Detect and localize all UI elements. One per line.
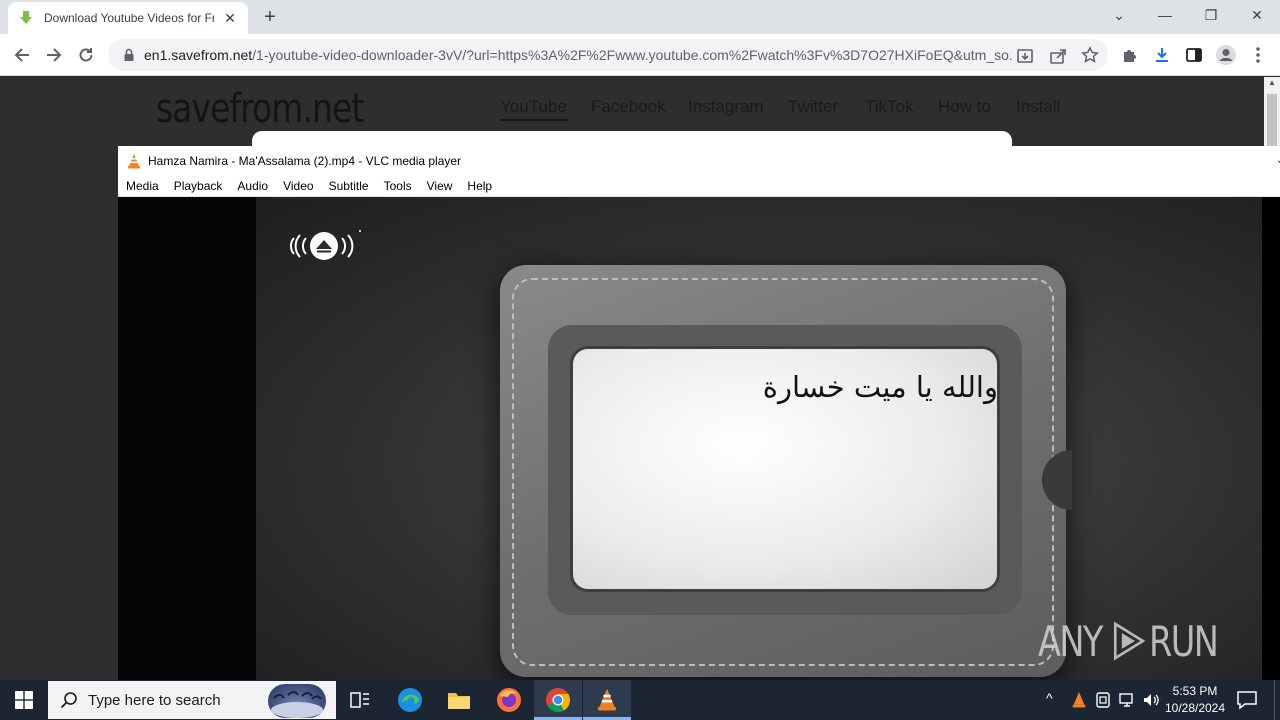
url-host: en1.savefrom.net (144, 47, 253, 63)
vlc-menu-subtitle[interactable]: Subtitle (329, 179, 369, 193)
watermark-run-text: RUN (1148, 616, 1219, 666)
edge-icon (398, 688, 422, 712)
video-lyric-text: والله يا ميت خسارة (762, 370, 998, 404)
taskbar-firefox[interactable] (485, 680, 533, 720)
downloads-button[interactable] (1151, 44, 1173, 66)
vlc-title-bar[interactable]: Hamza Namira - Ma'Assalama (2).mp4 - VLC… (118, 146, 1280, 175)
site-nav-youtube[interactable]: YouTube (500, 97, 567, 121)
site-nav-how-to[interactable]: How to (938, 97, 991, 117)
windows-logo-icon (15, 691, 33, 709)
puzzle-icon (1124, 50, 1136, 62)
url-text: en1.savefrom.net/1-youtube-video-downloa… (144, 47, 1014, 63)
vlc-menu-audio[interactable]: Audio (237, 179, 268, 193)
taskbar-vlc[interactable] (583, 680, 631, 720)
tray-overflow-icon[interactable]: ^ (1046, 690, 1053, 706)
back-button[interactable] (10, 43, 34, 67)
watermark-play-icon (1113, 621, 1146, 661)
notification-center-icon[interactable] (1236, 689, 1258, 711)
search-icon (60, 692, 77, 709)
forward-button[interactable] (42, 43, 66, 67)
tab-title: Download Youtube Videos for Free (44, 11, 214, 25)
extensions-button[interactable] (1119, 44, 1141, 66)
taskbar-file-explorer[interactable] (435, 680, 483, 720)
video-letterbox (118, 197, 256, 680)
site-nav-instagram[interactable]: Instagram (688, 97, 764, 117)
volume-icon[interactable] (1142, 691, 1160, 709)
search-placeholder: Type here to search (88, 691, 221, 709)
network-icon[interactable] (1118, 691, 1136, 709)
tab-close-icon[interactable]: ✕ (222, 10, 238, 27)
site-nav-twitter[interactable]: Twitter (788, 97, 838, 117)
start-button[interactable] (0, 680, 48, 720)
side-panel-button[interactable] (1183, 44, 1205, 66)
profile-button[interactable] (1215, 44, 1237, 66)
minimize-button[interactable]: — (1142, 0, 1188, 30)
site-nav-install[interactable]: Install (1016, 97, 1060, 117)
chrome-menu-button[interactable] (1247, 44, 1269, 66)
site-nav-facebook[interactable]: Facebook (591, 97, 666, 117)
savefrom-favicon-icon (20, 11, 32, 24)
url-path: /1-youtube-video-downloader-3vV/?url=htt… (252, 47, 1014, 63)
vlc-menu-playback[interactable]: Playback (174, 179, 223, 193)
vlc-menu-tools[interactable]: Tools (384, 179, 412, 193)
bookmark-star-icon[interactable] (1081, 46, 1099, 64)
share-icon[interactable] (1049, 47, 1067, 65)
vlc-menu-media[interactable]: Media (126, 179, 159, 193)
forward-arrow-icon (47, 48, 62, 62)
taskbar-edge[interactable] (386, 680, 434, 720)
channel-logo-icon (290, 230, 361, 260)
task-view-icon (350, 692, 369, 708)
tray-device-icon[interactable] (1094, 691, 1112, 709)
close-button[interactable]: ✕ (1234, 0, 1280, 30)
lock-icon[interactable] (122, 48, 136, 62)
scrollbar-thumb[interactable] (1267, 94, 1277, 146)
vlc-menu-help[interactable]: Help (467, 179, 492, 193)
clock-date: 10/28/2024 (1164, 701, 1226, 715)
taskbar-chrome[interactable] (534, 680, 582, 720)
new-tab-button[interactable]: + (258, 5, 282, 29)
vlc-menu-view[interactable]: View (427, 179, 453, 193)
tray-vlc-icon[interactable] (1070, 691, 1088, 709)
browser-tab-savefrom[interactable]: Download Youtube Videos for Free ✕ (8, 2, 248, 34)
profile-avatar-icon (1216, 45, 1236, 65)
tab-search-icon[interactable]: ⌄ (1096, 0, 1142, 30)
folder-icon (448, 693, 470, 709)
reload-icon (79, 48, 93, 62)
scroll-up-icon[interactable]: ▲ (1264, 78, 1280, 92)
watermark-any-text: ANY (1038, 616, 1103, 666)
clock-time: 5:53 PM (1172, 684, 1218, 698)
download-icon (1156, 48, 1168, 62)
chrome-icon (546, 688, 571, 713)
task-view-button[interactable] (336, 680, 384, 720)
search-highlight-icon (271, 691, 323, 718)
show-desktop-button[interactable] (1274, 680, 1275, 720)
address-bar[interactable]: en1.savefrom.net/1-youtube-video-downloa… (108, 39, 1108, 71)
more-vertical-icon (1256, 47, 1260, 63)
anyrun-watermark: ANY RUN (1038, 608, 1234, 674)
site-logo[interactable]: savefrom.net (156, 86, 364, 132)
site-nav-tiktok[interactable]: TikTok (865, 97, 914, 117)
back-arrow-icon (14, 48, 29, 62)
firefox-icon (497, 688, 521, 712)
vlc-window-title: Hamza Namira - Ma'Assalama (2).mp4 - VLC… (148, 153, 462, 168)
search-highlight-image[interactable] (268, 684, 326, 718)
install-app-icon[interactable] (1016, 47, 1034, 65)
vlc-window-edge: ⌄ (1276, 155, 1280, 166)
side-panel-icon (1186, 48, 1202, 62)
vlc-menu-bar: Media Playback Audio Video Subtitle Tool… (118, 175, 1280, 197)
reload-button[interactable] (74, 43, 98, 67)
vlc-menu-video[interactable]: Video (283, 179, 313, 193)
taskbar-clock[interactable]: 5:53 PM 10/28/2024 (1160, 683, 1230, 717)
vlc-cone-icon (128, 153, 140, 168)
maximize-button[interactable]: ❐ (1188, 0, 1234, 30)
vlc-taskbar-icon (598, 688, 616, 711)
